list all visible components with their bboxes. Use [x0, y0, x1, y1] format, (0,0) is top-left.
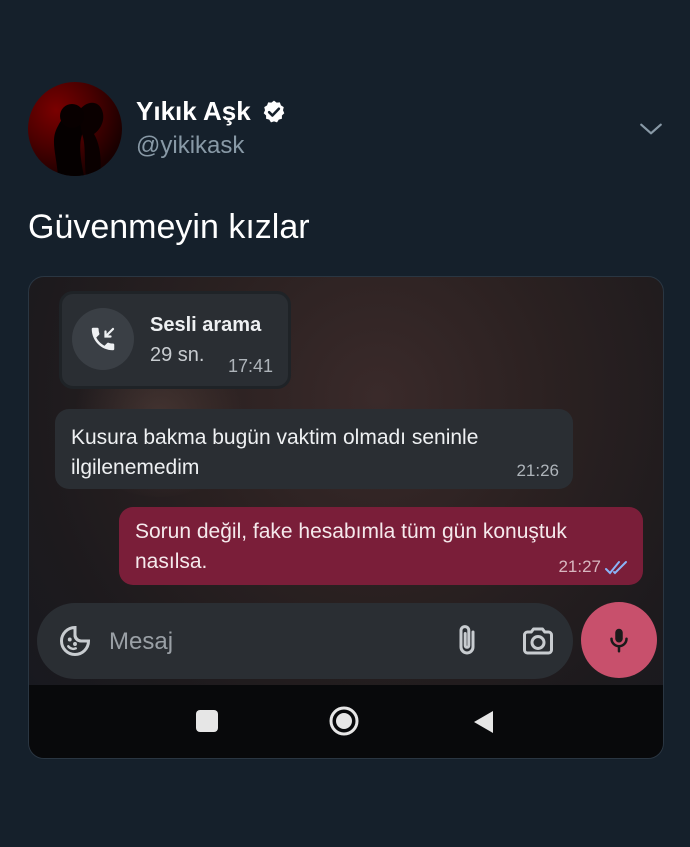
outgoing-message[interactable]: Sorun değil, fake hesabımla tüm gün konu… [119, 507, 643, 585]
sticker-emoji-icon[interactable] [57, 623, 93, 659]
android-nav-bar [29, 685, 663, 758]
author-row: Yıkık Aşk [136, 96, 287, 127]
message-text: Sorun değil, fake hesabımla tüm gün konu… [135, 520, 567, 573]
square-icon[interactable] [196, 710, 218, 732]
avatar-silhouette [53, 102, 104, 176]
microphone-icon [610, 628, 628, 653]
circle-home-icon[interactable] [328, 705, 360, 737]
call-icon-circle [72, 308, 134, 370]
message-input-bar [37, 603, 573, 679]
call-duration: 29 sn. [150, 344, 205, 366]
chevron-down-icon[interactable] [638, 116, 664, 142]
tweet-media-screenshot[interactable]: Sesli arama 29 sn. 17:41 Kusura bakma bu… [28, 276, 664, 759]
call-title: Sesli arama [150, 314, 262, 336]
author-name[interactable]: Yıkık Aşk [136, 96, 251, 127]
voice-call-bubble[interactable]: Sesli arama 29 sn. 17:41 [59, 291, 291, 389]
triangle-back-icon[interactable] [471, 709, 495, 735]
message-time: 21:27 [558, 557, 601, 576]
camera-icon[interactable] [519, 623, 557, 659]
voice-record-button[interactable] [581, 602, 657, 678]
tweet-header: Yıkık Aşk @yikikask [28, 80, 668, 176]
message-text: Kusura bakma bugün vaktim olmadı seninle… [71, 426, 479, 479]
incoming-call-icon [91, 327, 115, 351]
incoming-message[interactable]: Kusura bakma bugün vaktim olmadı seninle… [55, 409, 573, 489]
verified-badge-icon [263, 100, 284, 122]
paperclip-icon[interactable] [449, 623, 485, 659]
message-input[interactable] [107, 621, 401, 663]
double-check-icon [605, 561, 627, 575]
tweet-text: Güvenmeyin kızlar [28, 208, 310, 246]
author-handle[interactable]: @yikikask [136, 132, 244, 160]
call-time: 17:41 [228, 356, 274, 376]
message-time: 21:26 [516, 461, 559, 480]
avatar[interactable] [28, 82, 122, 176]
